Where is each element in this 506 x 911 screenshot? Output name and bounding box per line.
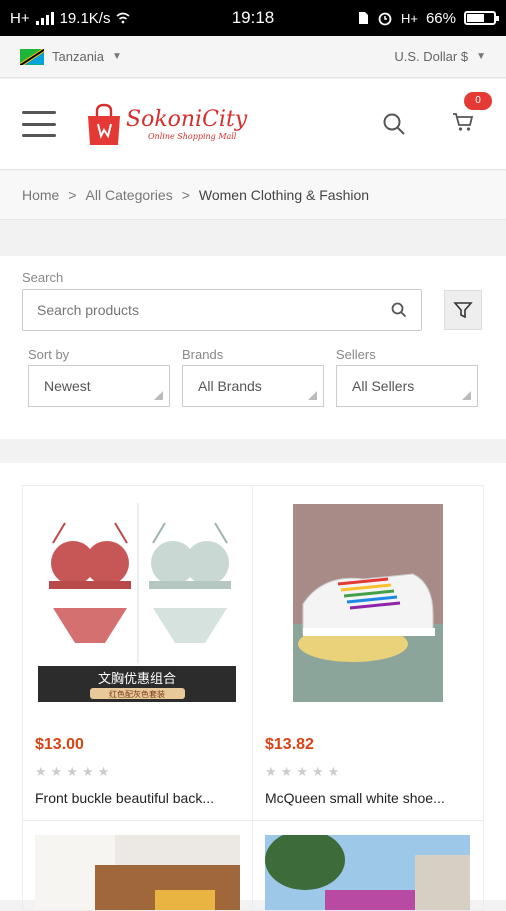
filter-button[interactable]	[444, 290, 482, 330]
search-field[interactable]	[22, 289, 422, 331]
breadcrumb-separator: >	[68, 187, 77, 203]
dropdown-corner-icon	[462, 391, 471, 400]
star-icon: ★	[311, 764, 324, 779]
site-logo[interactable]: SokoniCity Online Shopping Mall	[86, 102, 247, 146]
caret-down-icon: ▼	[112, 51, 122, 62]
brands-select[interactable]: All Brands	[182, 365, 324, 407]
product-list: 文胸优惠组合 红色配灰色套装 $13.00 ★ ★ ★ ★ ★ Front buckle…	[0, 463, 506, 911]
sort-label: Sort by	[28, 347, 70, 362]
sellers-value: All Sellers	[352, 378, 415, 394]
breadcrumb-separator: >	[181, 187, 190, 203]
sort-select[interactable]: Newest	[28, 365, 170, 407]
menu-icon[interactable]	[22, 111, 56, 137]
sellers-label: Sellers	[336, 347, 376, 362]
search-icon[interactable]	[382, 112, 406, 136]
battery-percent: 66%	[425, 9, 456, 27]
star-icon: ★	[327, 764, 340, 779]
currency-selector[interactable]: U.S. Dollar $ ▼	[394, 49, 486, 64]
breadcrumb-all-categories[interactable]: All Categories	[86, 187, 173, 203]
sellers-select[interactable]: All Sellers	[336, 365, 478, 407]
network-type-2: H+	[400, 10, 418, 26]
star-icon: ★	[50, 764, 63, 779]
battery-icon	[464, 11, 499, 25]
country-selector[interactable]: Tanzania ▼	[20, 48, 122, 65]
site-header: SokoniCity Online Shopping Mall 0	[0, 79, 506, 170]
dropdown-corner-icon	[154, 391, 163, 400]
product-price: $13.00	[35, 736, 84, 753]
brands-value: All Brands	[198, 378, 262, 394]
search-input[interactable]	[37, 302, 357, 318]
wifi-icon	[116, 12, 130, 24]
network-speed: 19.1K/s	[59, 9, 111, 27]
cart-count-badge: 0	[464, 91, 492, 110]
star-rating: ★ ★ ★ ★ ★	[265, 764, 471, 780]
star-icon: ★	[66, 764, 78, 779]
product-name[interactable]: McQueen small white shoe...	[265, 790, 471, 806]
signal-icon	[35, 11, 54, 25]
network-type: H+	[10, 9, 30, 27]
breadcrumb-home[interactable]: Home	[22, 187, 59, 203]
product-card[interactable]: $13.82 ★ ★ ★ ★ ★ McQueen small white shoe...	[253, 485, 484, 821]
product-image-subcaption: 红色配灰色套装	[109, 689, 165, 699]
locale-bar: Tanzania ▼ U.S. Dollar $ ▼	[0, 36, 506, 78]
dropdown-corner-icon	[308, 391, 317, 400]
cart-icon	[453, 112, 474, 131]
status-bar: H+ 19.1K/s 19:18 H+ 66%	[0, 0, 506, 36]
star-icon: ★	[97, 764, 110, 779]
country-name: Tanzania	[52, 49, 105, 64]
star-rating: ★ ★ ★ ★ ★	[35, 764, 240, 780]
product-image-caption: 文胸优惠组合	[98, 672, 176, 687]
product-card[interactable]	[22, 821, 253, 911]
product-card[interactable]	[253, 821, 484, 911]
search-icon[interactable]	[391, 302, 407, 318]
star-icon: ★	[35, 764, 47, 779]
caret-down-icon: ▼	[476, 51, 486, 62]
tanzania-flag-icon	[20, 48, 44, 65]
logo-tagline: Online Shopping Mall	[148, 132, 237, 141]
product-card[interactable]: 文胸优惠组合 红色配灰色套装 $13.00 ★ ★ ★ ★ ★ Front buckle…	[22, 485, 253, 821]
sim-icon	[358, 12, 368, 24]
currency-name: U.S. Dollar $	[394, 49, 469, 64]
product-name[interactable]: Front buckle beautiful back...	[35, 790, 240, 806]
filter-panel: Search Sort by Newest Brands All Brands …	[0, 256, 506, 439]
star-icon: ★	[265, 764, 277, 779]
breadcrumb-current: Women Clothing & Fashion	[198, 187, 370, 203]
brands-label: Brands	[182, 347, 224, 362]
cart-button[interactable]: 0	[452, 91, 492, 137]
product-price: $13.82	[265, 736, 314, 753]
star-icon: ★	[296, 764, 308, 779]
star-icon: ★	[81, 764, 94, 779]
sort-value: Newest	[44, 378, 91, 394]
filter-icon	[453, 302, 473, 319]
search-label: Search	[22, 270, 64, 285]
alarm-icon	[378, 12, 392, 26]
product-image-lingerie[interactable]: 文胸优惠组合 红色配灰色套装	[35, 498, 240, 708]
star-icon: ★	[280, 764, 293, 779]
product-image-sneaker[interactable]	[265, 498, 471, 708]
breadcrumb: Home > All Categories > Women Clothing &…	[0, 171, 506, 220]
logo-name: SokoniCity	[126, 107, 248, 132]
shopping-bag-logo-icon	[88, 103, 120, 145]
clock: 19:18	[231, 8, 275, 27]
